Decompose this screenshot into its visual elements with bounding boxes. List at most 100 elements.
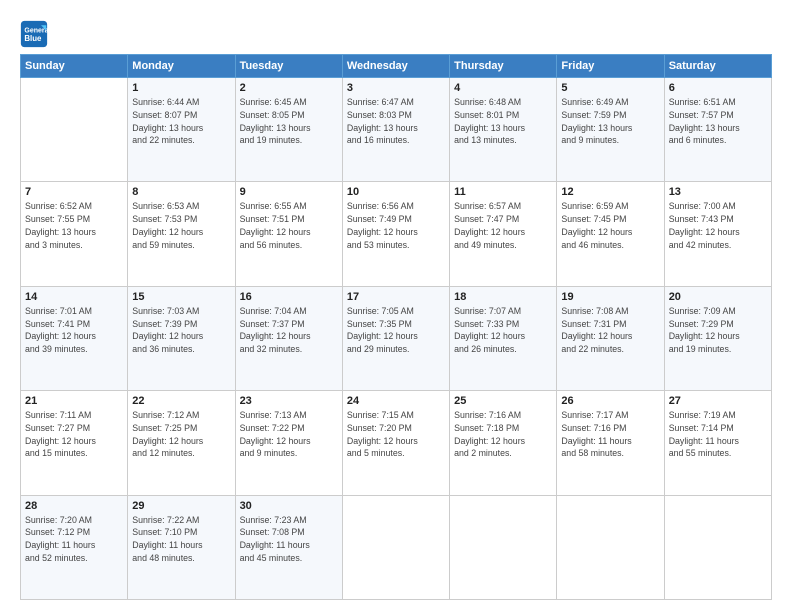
day-info: Sunrise: 6:57 AM Sunset: 7:47 PM Dayligh… (454, 200, 552, 251)
day-number: 24 (347, 395, 445, 407)
calendar-cell: 7 Sunrise: 6:52 AM Sunset: 7:55 PM Daylig… (21, 182, 128, 286)
calendar-cell: 27Sunrise: 7:19 AM Sunset: 7:14 PM Dayli… (664, 391, 771, 495)
day-info: Sunrise: 6:52 AM Sunset: 7:55 PM Dayligh… (25, 200, 123, 251)
day-number: 26 (561, 395, 659, 407)
day-info: Sunrise: 6:55 AM Sunset: 7:51 PM Dayligh… (240, 200, 338, 251)
day-number: 4 (454, 82, 552, 94)
day-info: Sunrise: 6:47 AM Sunset: 8:03 PM Dayligh… (347, 96, 445, 147)
day-info: Sunrise: 7:15 AM Sunset: 7:20 PM Dayligh… (347, 409, 445, 460)
weekday-header-wednesday: Wednesday (342, 55, 449, 78)
calendar-cell: 14Sunrise: 7:01 AM Sunset: 7:41 PM Dayli… (21, 286, 128, 390)
svg-text:Blue: Blue (24, 34, 42, 43)
day-info: Sunrise: 7:16 AM Sunset: 7:18 PM Dayligh… (454, 409, 552, 460)
calendar-cell: 23Sunrise: 7:13 AM Sunset: 7:22 PM Dayli… (235, 391, 342, 495)
calendar-cell: 18 Sunrise: 7:07 AM Sunset: 7:33 PM Dayli… (450, 286, 557, 390)
calendar-cell: 19 Sunrise: 7:08 AM Sunset: 7:31 PM Dayli… (557, 286, 664, 390)
day-info: Sunrise: 7:00 AM Sunset: 7:43 PM Dayligh… (669, 200, 767, 251)
day-number: 16 (240, 291, 338, 303)
weekday-header-saturday: Saturday (664, 55, 771, 78)
day-number: 8 (132, 186, 230, 198)
calendar-cell: 1 Sunrise: 6:44 AM Sunset: 8:07 PM Daylig… (128, 78, 235, 182)
calendar-cell: 24 Sunrise: 7:15 AM Sunset: 7:20 PM Dayli… (342, 391, 449, 495)
weekday-header-monday: Monday (128, 55, 235, 78)
calendar-cell: 8 Sunrise: 6:53 AM Sunset: 7:53 PM Daylig… (128, 182, 235, 286)
day-info: Sunrise: 7:04 AM Sunset: 7:37 PM Dayligh… (240, 305, 338, 356)
day-info: Sunrise: 7:23 AM Sunset: 7:08 PM Dayligh… (240, 514, 338, 565)
calendar-header: SundayMondayTuesdayWednesdayThursdayFrid… (21, 55, 772, 78)
calendar-week-1: 1 Sunrise: 6:44 AM Sunset: 8:07 PM Daylig… (21, 78, 772, 182)
day-info: Sunrise: 6:59 AM Sunset: 7:45 PM Dayligh… (561, 200, 659, 251)
day-info: Sunrise: 7:13 AM Sunset: 7:22 PM Dayligh… (240, 409, 338, 460)
day-info: Sunrise: 6:51 AM Sunset: 7:57 PM Dayligh… (669, 96, 767, 147)
weekday-header-tuesday: Tuesday (235, 55, 342, 78)
day-number: 1 (132, 82, 230, 94)
calendar-week-5: 28Sunrise: 7:20 AM Sunset: 7:12 PM Dayli… (21, 495, 772, 599)
calendar-cell (664, 495, 771, 599)
weekday-header-thursday: Thursday (450, 55, 557, 78)
day-number: 30 (240, 500, 338, 512)
calendar-cell: 30 Sunrise: 7:23 AM Sunset: 7:08 PM Dayli… (235, 495, 342, 599)
day-info: Sunrise: 6:49 AM Sunset: 7:59 PM Dayligh… (561, 96, 659, 147)
day-number: 29 (132, 500, 230, 512)
day-info: Sunrise: 7:09 AM Sunset: 7:29 PM Dayligh… (669, 305, 767, 356)
day-info: Sunrise: 7:22 AM Sunset: 7:10 PM Dayligh… (132, 514, 230, 565)
calendar-cell: 17Sunrise: 7:05 AM Sunset: 7:35 PM Dayli… (342, 286, 449, 390)
day-number: 3 (347, 82, 445, 94)
day-info: Sunrise: 7:17 AM Sunset: 7:16 PM Dayligh… (561, 409, 659, 460)
page-header: General Blue (20, 16, 772, 48)
day-number: 17 (347, 291, 445, 303)
day-number: 11 (454, 186, 552, 198)
day-number: 18 (454, 291, 552, 303)
calendar-cell: 3 Sunrise: 6:47 AM Sunset: 8:03 PM Daylig… (342, 78, 449, 182)
calendar-cell: 10Sunrise: 6:56 AM Sunset: 7:49 PM Dayli… (342, 182, 449, 286)
day-info: Sunrise: 6:45 AM Sunset: 8:05 PM Dayligh… (240, 96, 338, 147)
day-info: Sunrise: 6:44 AM Sunset: 8:07 PM Dayligh… (132, 96, 230, 147)
calendar-cell (450, 495, 557, 599)
calendar-cell: 6 Sunrise: 6:51 AM Sunset: 7:57 PM Daylig… (664, 78, 771, 182)
day-info: Sunrise: 6:56 AM Sunset: 7:49 PM Dayligh… (347, 200, 445, 251)
calendar-cell: 12 Sunrise: 6:59 AM Sunset: 7:45 PM Dayli… (557, 182, 664, 286)
day-info: Sunrise: 7:08 AM Sunset: 7:31 PM Dayligh… (561, 305, 659, 356)
day-number: 7 (25, 186, 123, 198)
day-number: 25 (454, 395, 552, 407)
calendar-cell: 4Sunrise: 6:48 AM Sunset: 8:01 PM Daylig… (450, 78, 557, 182)
day-number: 27 (669, 395, 767, 407)
calendar-week-3: 14Sunrise: 7:01 AM Sunset: 7:41 PM Dayli… (21, 286, 772, 390)
calendar-cell (557, 495, 664, 599)
day-number: 13 (669, 186, 767, 198)
day-info: Sunrise: 7:03 AM Sunset: 7:39 PM Dayligh… (132, 305, 230, 356)
day-number: 12 (561, 186, 659, 198)
calendar-cell: 21 Sunrise: 7:11 AM Sunset: 7:27 PM Dayli… (21, 391, 128, 495)
weekday-row: SundayMondayTuesdayWednesdayThursdayFrid… (21, 55, 772, 78)
day-info: Sunrise: 7:07 AM Sunset: 7:33 PM Dayligh… (454, 305, 552, 356)
calendar-cell: 5 Sunrise: 6:49 AM Sunset: 7:59 PM Daylig… (557, 78, 664, 182)
calendar-cell: 2 Sunrise: 6:45 AM Sunset: 8:05 PM Daylig… (235, 78, 342, 182)
calendar-cell: 16 Sunrise: 7:04 AM Sunset: 7:37 PM Dayli… (235, 286, 342, 390)
day-number: 20 (669, 291, 767, 303)
calendar-cell (342, 495, 449, 599)
calendar-page: General Blue SundayMondayTuesdayWednesda… (0, 0, 792, 612)
day-info: Sunrise: 7:11 AM Sunset: 7:27 PM Dayligh… (25, 409, 123, 460)
day-number: 5 (561, 82, 659, 94)
calendar-body: 1 Sunrise: 6:44 AM Sunset: 8:07 PM Daylig… (21, 78, 772, 600)
calendar-cell: 25 Sunrise: 7:16 AM Sunset: 7:18 PM Dayli… (450, 391, 557, 495)
day-number: 19 (561, 291, 659, 303)
calendar-cell: 11 Sunrise: 6:57 AM Sunset: 7:47 PM Dayli… (450, 182, 557, 286)
day-number: 21 (25, 395, 123, 407)
logo-icon: General Blue (20, 20, 48, 48)
calendar-cell: 9Sunrise: 6:55 AM Sunset: 7:51 PM Daylig… (235, 182, 342, 286)
day-info: Sunrise: 7:12 AM Sunset: 7:25 PM Dayligh… (132, 409, 230, 460)
calendar-table: SundayMondayTuesdayWednesdayThursdayFrid… (20, 54, 772, 600)
day-number: 2 (240, 82, 338, 94)
calendar-cell: 28Sunrise: 7:20 AM Sunset: 7:12 PM Dayli… (21, 495, 128, 599)
calendar-cell (21, 78, 128, 182)
calendar-cell: 26 Sunrise: 7:17 AM Sunset: 7:16 PM Dayli… (557, 391, 664, 495)
calendar-week-2: 7 Sunrise: 6:52 AM Sunset: 7:55 PM Daylig… (21, 182, 772, 286)
day-number: 15 (132, 291, 230, 303)
day-info: Sunrise: 7:01 AM Sunset: 7:41 PM Dayligh… (25, 305, 123, 356)
day-info: Sunrise: 6:53 AM Sunset: 7:53 PM Dayligh… (132, 200, 230, 251)
day-info: Sunrise: 7:20 AM Sunset: 7:12 PM Dayligh… (25, 514, 123, 565)
calendar-cell: 20 Sunrise: 7:09 AM Sunset: 7:29 PM Dayli… (664, 286, 771, 390)
logo: General Blue (20, 20, 52, 48)
day-number: 6 (669, 82, 767, 94)
